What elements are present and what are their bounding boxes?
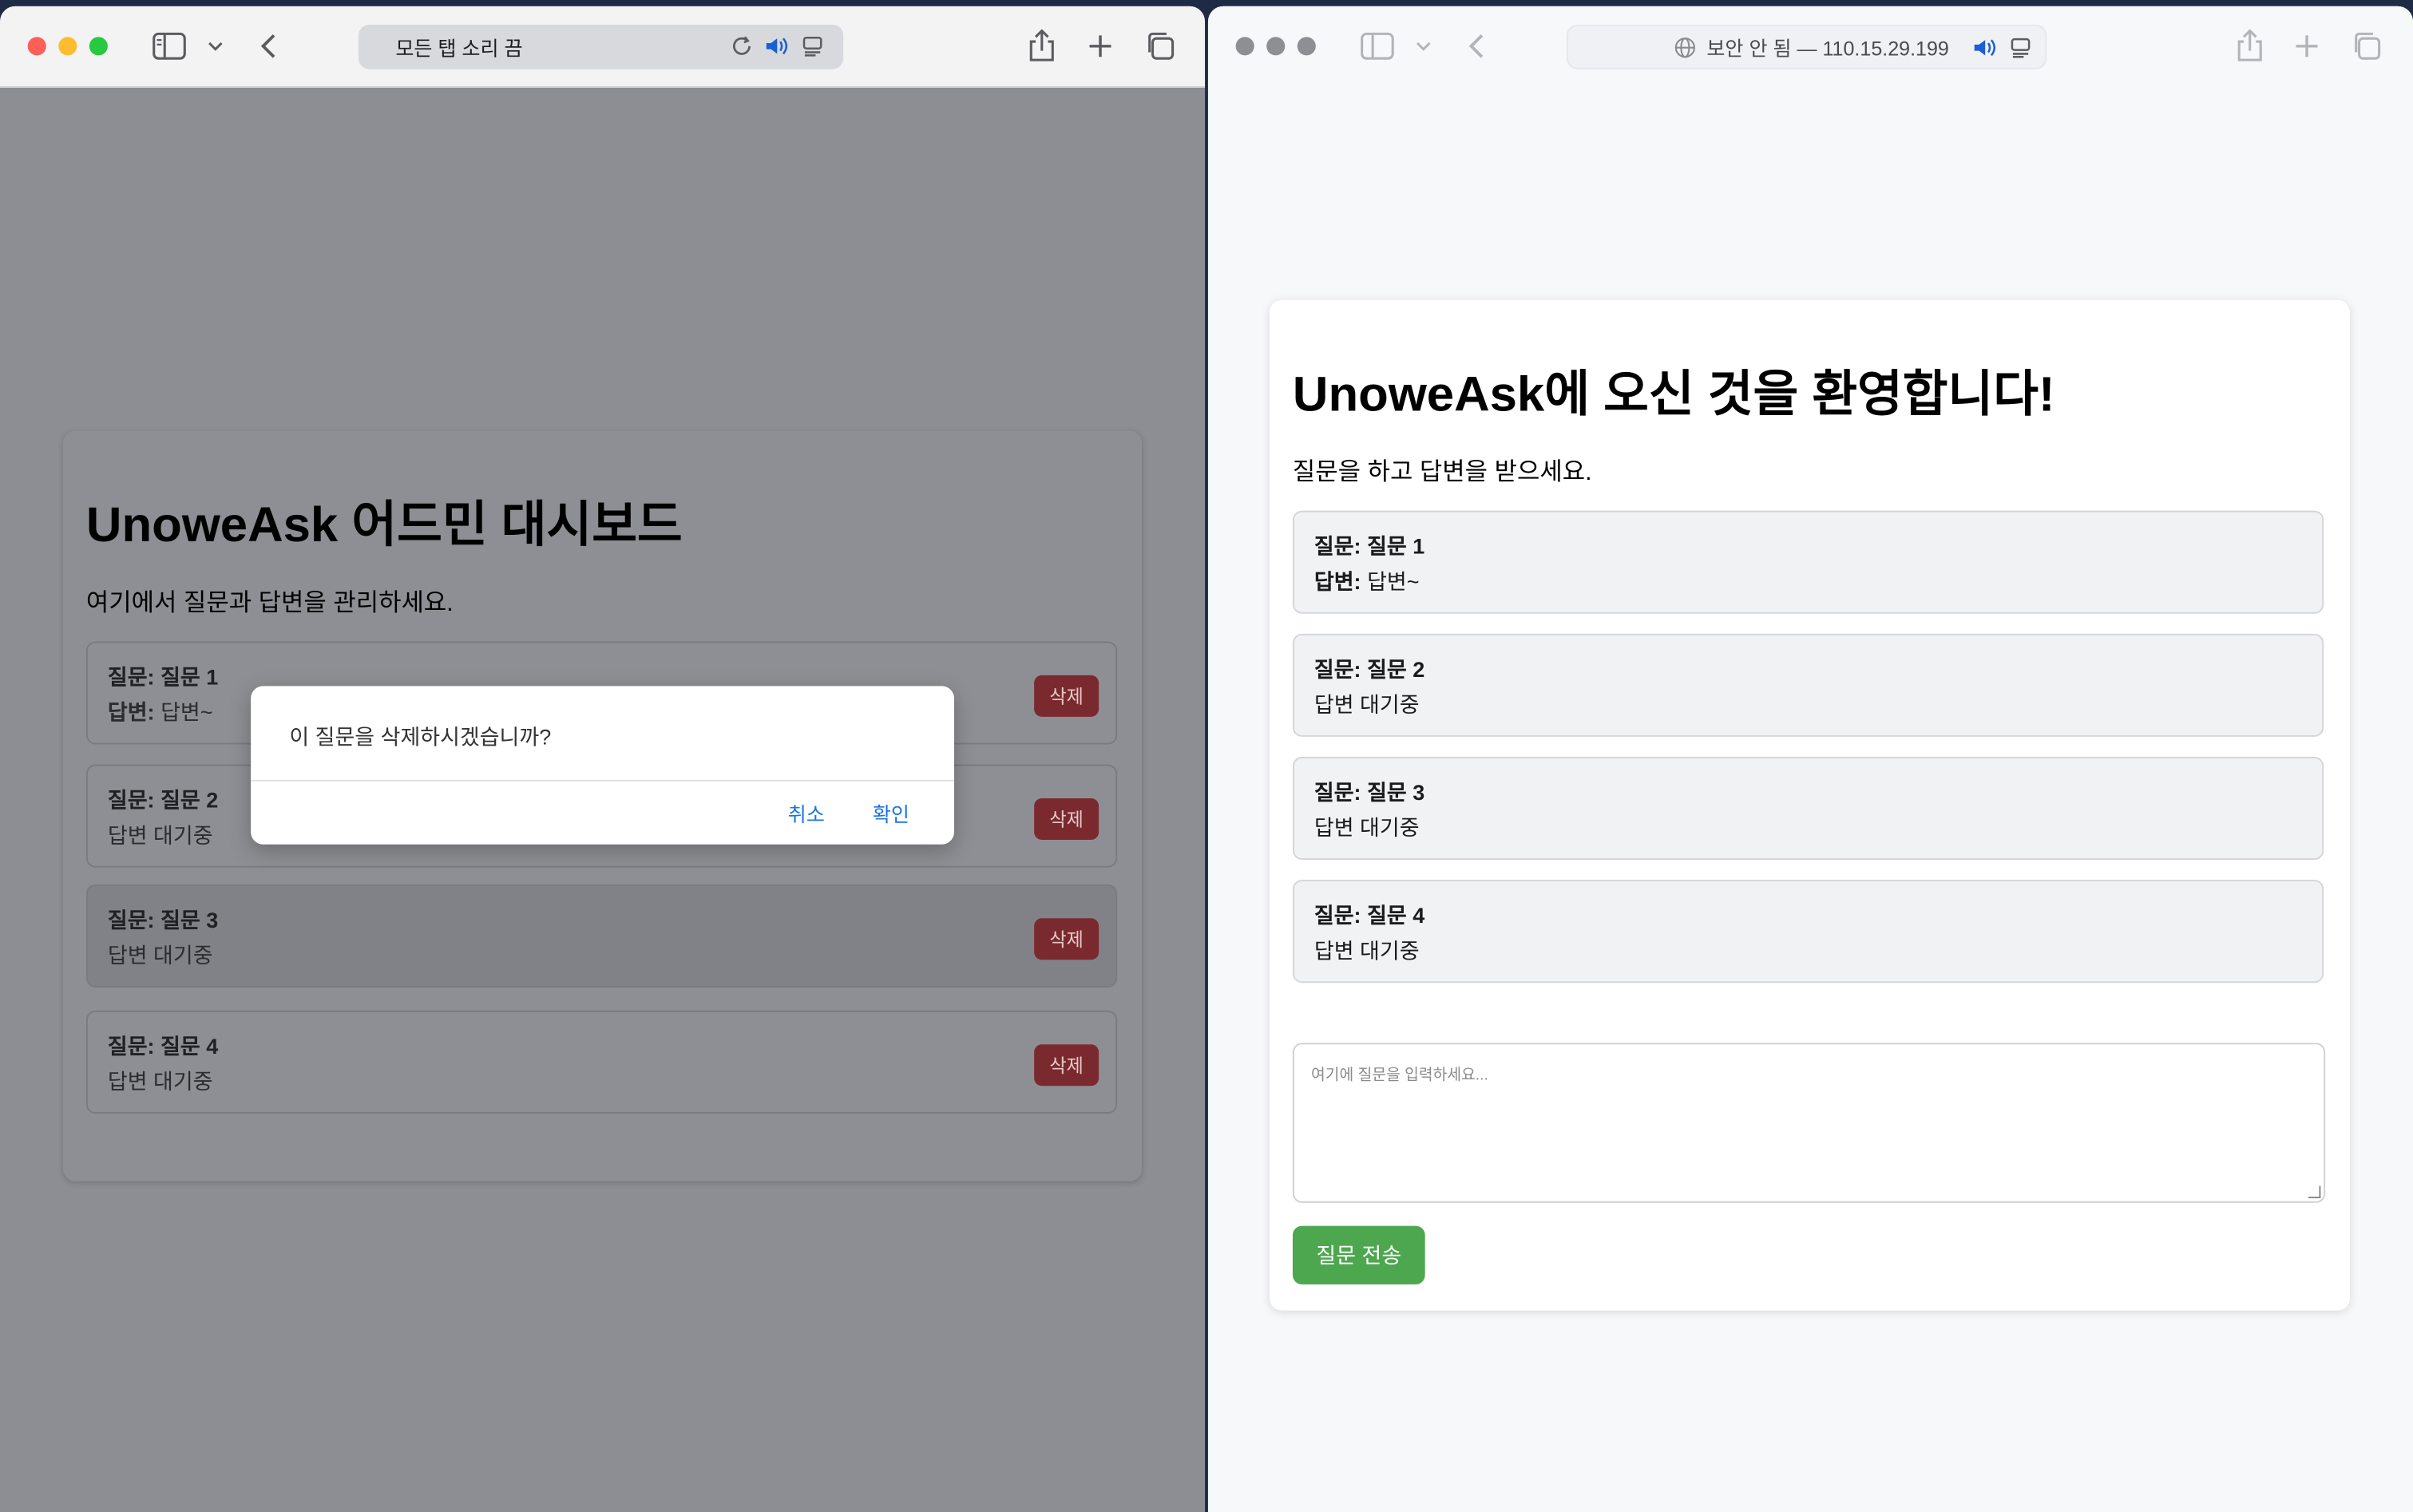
- page-subtitle: 질문을 하고 답변을 받으세요.: [1292, 460, 1592, 486]
- delete-button[interactable]: 삭제: [1034, 675, 1100, 717]
- zoom-window-button[interactable]: [89, 37, 108, 56]
- question-item: 질문: 질문 1 답변: 답변~: [1292, 510, 2324, 614]
- audio-playing-icon[interactable]: [1973, 35, 1998, 60]
- share-icon[interactable]: [2232, 28, 2268, 65]
- question-text: 질문: 질문 1: [107, 664, 219, 690]
- tab-overview-icon[interactable]: [2348, 28, 2385, 65]
- textarea-placeholder: 여기에 질문을 입력하세요...: [1311, 1067, 1488, 1085]
- question-item: 질문: 질문 3 답변 대기중 삭제: [85, 884, 1118, 988]
- answer-text: 답변 대기중: [1313, 938, 1420, 964]
- answer-text: 답변: 답변~: [1313, 568, 1420, 594]
- answer-text: 답변: 답변~: [107, 699, 213, 725]
- back-icon[interactable]: [1457, 28, 1494, 65]
- dialog-divider: [251, 779, 954, 782]
- user-browser-window: 보안 안 됨 — 110.15.29.199 UnoweAsk에 오신 것을 환: [1207, 6, 2413, 1512]
- back-icon[interactable]: [249, 28, 286, 65]
- page-subtitle: 여기에서 질문과 답변을 관리하세요.: [85, 590, 454, 617]
- answer-text: 답변 대기중: [107, 943, 213, 968]
- new-tab-icon[interactable]: [2288, 28, 2325, 65]
- delete-button[interactable]: 삭제: [1034, 1044, 1100, 1087]
- delete-button[interactable]: 삭제: [1034, 798, 1100, 841]
- cancel-button[interactable]: 취소: [788, 798, 825, 828]
- minimize-window-button[interactable]: [1266, 37, 1286, 56]
- question-text: 질문: 질문 3: [1313, 779, 1425, 805]
- chevron-down-icon[interactable]: [1405, 28, 1442, 65]
- browser-toolbar: 보안 안 됨 — 110.15.29.199: [1207, 6, 2413, 88]
- reader-icon[interactable]: [2008, 35, 2033, 60]
- page-viewport: UnoweAsk에 오신 것을 환영합니다! 질문을 하고 답변을 받으세요. …: [1208, 88, 2413, 1512]
- page-title: UnoweAsk 어드민 대시보드: [85, 497, 683, 552]
- address-text: 보안 안 됨 — 110.15.29.199: [1706, 37, 1949, 61]
- answer-text: 답변 대기중: [1313, 692, 1420, 717]
- welcome-card: UnoweAsk에 오신 것을 환영합니다! 질문을 하고 답변을 받으세요. …: [1270, 299, 2350, 1311]
- question-text: 질문: 질문 4: [1313, 903, 1425, 928]
- question-item: 질문: 질문 3 답변 대기중: [1292, 756, 2324, 861]
- admin-browser-window: 모든 탭 소리 끔 UnoweAsk 어드민 대시보드 여기에서 질문과 답변을…: [0, 6, 1206, 1512]
- reload-icon[interactable]: [730, 34, 755, 58]
- chevron-down-icon[interactable]: [197, 28, 234, 65]
- page-viewport: UnoweAsk 어드민 대시보드 여기에서 질문과 답변을 관리하세요. 질문…: [0, 88, 1205, 1512]
- answer-text: 답변 대기중: [107, 1069, 213, 1094]
- address-bar[interactable]: 모든 탭 소리 끔: [359, 24, 844, 69]
- question-text: 질문: 질문 3: [107, 907, 219, 932]
- question-item: 질문: 질문 2 답변 대기중: [1292, 633, 2324, 737]
- address-bar[interactable]: 보안 안 됨 — 110.15.29.199: [1566, 24, 2047, 69]
- sidebar-icon[interactable]: [151, 28, 188, 65]
- answer-text: 답변 대기중: [107, 822, 213, 848]
- dialog-message: 이 질문을 삭제하시겠습니까?: [289, 724, 552, 750]
- submit-question-button[interactable]: 질문 전송: [1292, 1225, 1425, 1284]
- question-text: 질문: 질문 2: [1313, 656, 1425, 682]
- question-textarea[interactable]: 여기에 질문을 입력하세요...: [1292, 1043, 2326, 1203]
- question-text: 질문: 질문 4: [107, 1033, 219, 1059]
- tab-overview-icon[interactable]: [1142, 28, 1179, 65]
- question-text: 질문: 질문 1: [1313, 533, 1425, 559]
- share-icon[interactable]: [1024, 28, 1060, 65]
- delete-button[interactable]: 삭제: [1034, 918, 1100, 960]
- close-window-button[interactable]: [27, 37, 46, 56]
- window-controls: [27, 37, 108, 56]
- question-text: 질문: 질문 2: [107, 787, 219, 813]
- minimize-window-button[interactable]: [58, 37, 77, 56]
- close-window-button[interactable]: [1235, 37, 1254, 56]
- globe-icon: [1673, 35, 1698, 60]
- window-controls: [1235, 37, 1316, 56]
- question-item: 질문: 질문 4 답변 대기중 삭제: [85, 1010, 1118, 1114]
- browser-toolbar: 모든 탭 소리 끔: [0, 6, 1206, 88]
- question-item: 질문: 질문 4 답변 대기중: [1292, 880, 2324, 984]
- resize-handle[interactable]: [2308, 1185, 2321, 1198]
- address-text: 모든 탭 소리 끔: [395, 37, 523, 61]
- confirm-button[interactable]: 확인: [873, 798, 909, 828]
- audio-playing-icon[interactable]: [765, 34, 790, 58]
- page-title: UnoweAsk에 오신 것을 환영합니다!: [1292, 366, 2055, 422]
- confirm-dialog: 이 질문을 삭제하시겠습니까? 취소 확인: [251, 686, 954, 845]
- zoom-window-button[interactable]: [1297, 37, 1316, 56]
- sidebar-icon[interactable]: [1359, 28, 1396, 65]
- answer-text: 답변 대기중: [1313, 815, 1420, 841]
- new-tab-icon[interactable]: [1082, 28, 1119, 65]
- reader-icon[interactable]: [800, 34, 825, 58]
